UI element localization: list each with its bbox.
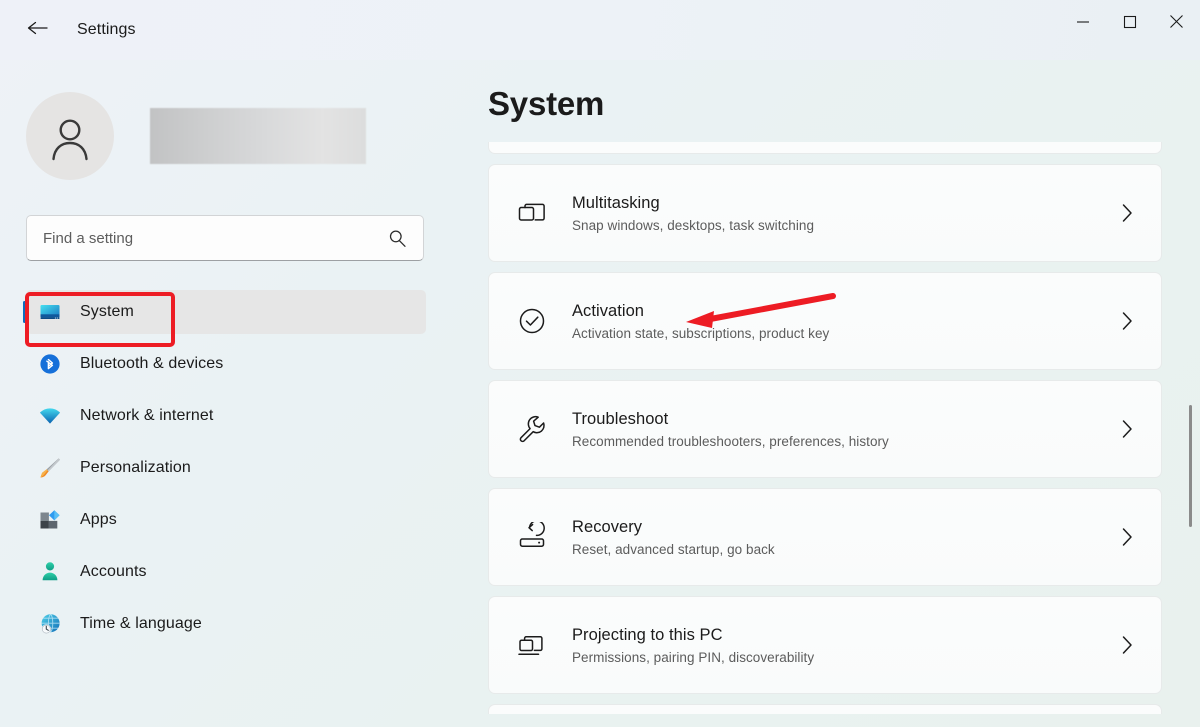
search-input[interactable] xyxy=(27,230,388,247)
recovery-drive-icon xyxy=(512,522,552,552)
card-title: Projecting to this PC xyxy=(572,626,1121,645)
apps-squares-icon xyxy=(38,508,62,532)
card-text: Troubleshoot Recommended troubleshooters… xyxy=(572,410,1121,449)
sidebar-item-network-internet[interactable]: Network & internet xyxy=(26,394,426,438)
bluetooth-icon xyxy=(38,352,62,376)
chevron-right-icon[interactable] xyxy=(1121,311,1134,331)
card-subtitle: Reset, advanced startup, go back xyxy=(572,542,1121,557)
sidebar-item-personalization[interactable]: Personalization xyxy=(26,446,426,490)
sidebar-item-label: Bluetooth & devices xyxy=(80,355,223,373)
sidebar-item-label: Accounts xyxy=(80,563,147,581)
search-icon[interactable] xyxy=(388,229,407,248)
card-multitasking[interactable]: Multitasking Snap windows, desktops, tas… xyxy=(488,164,1162,262)
paintbrush-icon xyxy=(38,456,62,480)
app-title: Settings xyxy=(77,21,136,39)
close-icon xyxy=(1169,14,1184,34)
card-activation[interactable]: Activation Activation state, subscriptio… xyxy=(488,272,1162,370)
card-recovery[interactable]: Recovery Reset, advanced startup, go bac… xyxy=(488,488,1162,586)
account-person-icon xyxy=(38,560,62,584)
search-box[interactable] xyxy=(26,215,424,261)
back-button[interactable] xyxy=(14,14,60,46)
sidebar: System Bluetooth & devices xyxy=(0,60,470,727)
card-title: Multitasking xyxy=(572,194,1121,213)
card-subtitle: Activation state, subscriptions, product… xyxy=(572,326,1121,341)
maximize-icon xyxy=(1123,15,1137,34)
card-subtitle: Snap windows, desktops, task switching xyxy=(572,218,1121,233)
content-scrollbar[interactable] xyxy=(1183,60,1197,727)
card-title: Troubleshoot xyxy=(572,410,1121,429)
settings-card-list: Multitasking Snap windows, desktops, tas… xyxy=(470,142,1200,714)
account-name-redacted xyxy=(150,108,366,164)
settings-window: Settings xyxy=(0,0,1200,727)
wrench-icon xyxy=(512,414,552,444)
card-subtitle: Permissions, pairing PIN, discoverabilit… xyxy=(572,650,1121,665)
sidebar-nav: System Bluetooth & devices xyxy=(0,282,470,654)
person-icon xyxy=(47,117,93,180)
sidebar-item-label: System xyxy=(80,303,134,321)
title-bar: Settings xyxy=(0,0,1200,60)
sidebar-item-time-language[interactable]: Time & language xyxy=(26,602,426,646)
scrollbar-thumb[interactable] xyxy=(1189,405,1192,527)
card-text: Activation Activation state, subscriptio… xyxy=(572,302,1121,341)
monitor-icon xyxy=(38,300,62,324)
sidebar-item-label: Apps xyxy=(80,511,117,529)
minimize-button[interactable] xyxy=(1059,0,1106,48)
multitasking-windows-icon xyxy=(512,198,552,228)
sidebar-item-label: Time & language xyxy=(80,615,202,633)
chevron-right-icon[interactable] xyxy=(1121,419,1134,439)
globe-clock-icon xyxy=(38,612,62,636)
page-title: System xyxy=(488,85,604,123)
card-text: Projecting to this PC Permissions, pairi… xyxy=(572,626,1121,665)
sidebar-item-bluetooth-devices[interactable]: Bluetooth & devices xyxy=(26,342,426,386)
avatar[interactable] xyxy=(26,92,114,180)
card-text: Multitasking Snap windows, desktops, tas… xyxy=(572,194,1121,233)
chevron-right-icon[interactable] xyxy=(1121,527,1134,547)
minimize-icon xyxy=(1076,15,1090,34)
projecting-screens-icon xyxy=(512,630,552,660)
chevron-right-icon[interactable] xyxy=(1121,203,1134,223)
card-text: Recovery Reset, advanced startup, go bac… xyxy=(572,518,1121,557)
sidebar-item-label: Network & internet xyxy=(80,407,213,425)
card-title: Recovery xyxy=(572,518,1121,537)
sidebar-item-accounts[interactable]: Accounts xyxy=(26,550,426,594)
card-title: Activation xyxy=(572,302,1121,321)
sidebar-item-label: Personalization xyxy=(80,459,191,477)
content-pane: System Multitasking Snap windows, deskto… xyxy=(470,60,1200,727)
window-controls xyxy=(1059,0,1200,48)
wifi-icon xyxy=(38,404,62,428)
check-circle-icon xyxy=(512,306,552,336)
card-stub-above[interactable] xyxy=(488,142,1162,154)
sidebar-item-apps[interactable]: Apps xyxy=(26,498,426,542)
sidebar-item-system[interactable]: System xyxy=(26,290,426,334)
card-troubleshoot[interactable]: Troubleshoot Recommended troubleshooters… xyxy=(488,380,1162,478)
back-arrow-icon xyxy=(26,19,48,42)
card-projecting-to-this-pc[interactable]: Projecting to this PC Permissions, pairi… xyxy=(488,596,1162,694)
close-button[interactable] xyxy=(1153,0,1200,48)
maximize-button[interactable] xyxy=(1106,0,1153,48)
profile-block[interactable] xyxy=(26,92,366,180)
chevron-right-icon[interactable] xyxy=(1121,635,1134,655)
card-stub-below[interactable] xyxy=(488,704,1162,714)
card-subtitle: Recommended troubleshooters, preferences… xyxy=(572,434,1121,449)
